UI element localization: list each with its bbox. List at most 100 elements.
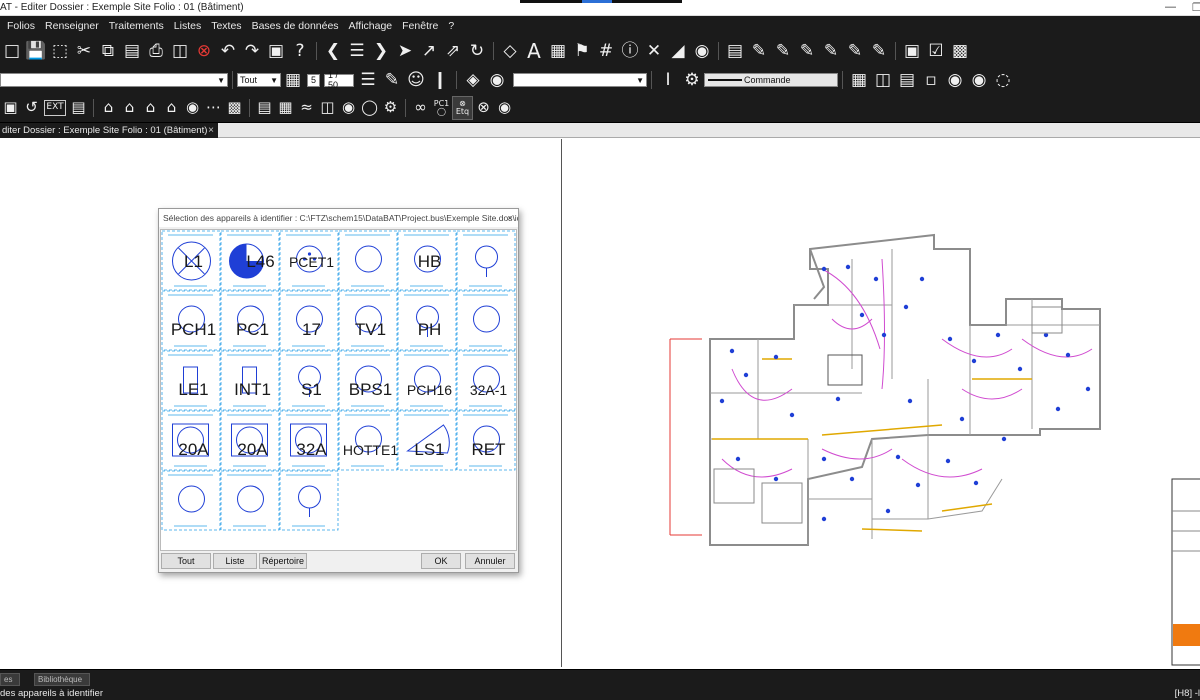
cursor-icon[interactable]: I xyxy=(656,68,680,92)
multi-identify-icon[interactable]: ⊗ xyxy=(473,96,494,120)
symbol-cell[interactable]: 17 xyxy=(279,290,339,351)
save-icon[interactable]: 💾 xyxy=(24,39,48,63)
menu-affichage[interactable]: Affichage xyxy=(344,20,398,32)
symbol-cell[interactable]: L46 xyxy=(220,230,280,291)
wall-icon[interactable]: ▦ xyxy=(847,68,871,92)
symbol-cell[interactable]: 20A xyxy=(220,410,280,471)
symbol-cell[interactable] xyxy=(279,470,339,531)
eye-off-icon[interactable]: ◌ xyxy=(991,68,1015,92)
connect-icon[interactable]: ⋯ xyxy=(203,96,224,120)
status-tab[interactable]: es xyxy=(0,673,20,686)
menu-bases-de-donnees[interactable]: Bases de données xyxy=(247,20,344,32)
identify-hidden-icon[interactable]: ◉ xyxy=(494,96,515,120)
symbol-cell[interactable]: PC1 xyxy=(220,290,280,351)
symbol-cell[interactable]: PCH1 xyxy=(161,290,221,351)
image-icon[interactable]: ▤ xyxy=(68,96,89,120)
rotate-object-icon[interactable]: ↺ xyxy=(21,96,42,120)
columns-icon[interactable]: ❙ xyxy=(428,68,452,92)
edit-text-icon[interactable]: ✎ xyxy=(819,39,843,63)
edit-text-icon[interactable]: ✎ xyxy=(747,39,771,63)
edit-text-icon[interactable]: ✎ xyxy=(843,39,867,63)
etq-button[interactable]: ⊗ Etq xyxy=(452,95,473,120)
ext-button[interactable]: EXT xyxy=(44,99,66,116)
visibility-icon[interactable]: ◉ xyxy=(967,68,991,92)
wire-icon[interactable]: ≈ xyxy=(296,96,317,120)
house-icon[interactable]: ⌂ xyxy=(98,96,119,120)
pc-identify-button[interactable]: PC1 ◯ xyxy=(431,96,452,120)
print-icon[interactable]: ⎙ xyxy=(144,39,168,63)
symbol-cell[interactable]: LS1 xyxy=(397,410,457,471)
pillar-icon[interactable]: ◫ xyxy=(871,68,895,92)
pdf-icon[interactable]: ◫ xyxy=(168,39,192,63)
outlet-icon[interactable]: ◯ xyxy=(359,96,380,120)
menu-renseigner[interactable]: Renseigner xyxy=(40,20,104,32)
arrow-select-icon[interactable]: ↗ xyxy=(417,39,441,63)
info-icon[interactable]: ⓘ xyxy=(618,39,642,63)
menu-textes[interactable]: Textes xyxy=(206,20,246,32)
symbol-cell[interactable] xyxy=(456,290,516,351)
door-icon[interactable]: ▫ xyxy=(919,68,943,92)
plan-view[interactable] xyxy=(562,139,1200,667)
equipment-icon[interactable]: ⚙ xyxy=(380,96,401,120)
house-icon[interactable]: ⌂ xyxy=(161,96,182,120)
pointer-icon[interactable]: ➤ xyxy=(393,39,417,63)
symbol-cell[interactable]: 32A-1 xyxy=(456,350,516,411)
line-type-select[interactable]: Commande xyxy=(704,73,839,87)
menu-fenetre[interactable]: Fenêtre xyxy=(397,20,443,32)
document-tab[interactable]: diter Dossier : Exemple Site Folio : 01 … xyxy=(0,123,218,138)
list-detail-icon[interactable]: ▦ xyxy=(275,96,296,120)
symbol-cell[interactable]: TV1 xyxy=(338,290,398,351)
calendar-icon[interactable]: ▦ xyxy=(546,39,570,63)
undo-icon[interactable]: ↶ xyxy=(216,39,240,63)
style-select[interactable]: ▼ xyxy=(513,73,648,87)
minimize-button[interactable]: — xyxy=(1165,1,1176,13)
next-icon[interactable]: ❯ xyxy=(369,39,393,63)
menu-traitements[interactable]: Traitements xyxy=(104,20,169,32)
help-icon[interactable]: ? xyxy=(288,39,312,63)
layer-select[interactable]: ▼ xyxy=(0,73,228,87)
layers-icon[interactable]: ◈ xyxy=(461,68,485,92)
menu-listes[interactable]: Listes xyxy=(169,20,206,32)
lightbulb-icon[interactable]: ☺ xyxy=(404,68,428,92)
symbol-cell[interactable] xyxy=(161,470,221,531)
lines-icon[interactable]: ☰ xyxy=(356,68,380,92)
symbol-cell[interactable]: 20A xyxy=(161,410,221,471)
symbol-cell[interactable] xyxy=(456,230,516,291)
maximize-button[interactable]: ❐ xyxy=(1192,1,1200,14)
menu-lines-icon[interactable]: ☰ xyxy=(345,39,369,63)
hide-house-icon[interactable]: ◉ xyxy=(182,96,203,120)
symbol-cell[interactable]: PCH16 xyxy=(397,350,457,411)
symbol-icon[interactable]: ◇ xyxy=(498,39,522,63)
cursor-settings-icon[interactable]: ⚙ xyxy=(680,68,704,92)
edit-text-icon[interactable]: ✎ xyxy=(795,39,819,63)
rotate-icon[interactable]: ↻ xyxy=(465,39,489,63)
symbol-cell[interactable]: RET xyxy=(456,410,516,471)
symbol-cell[interactable] xyxy=(220,470,280,531)
symbol-cell[interactable]: LE1 xyxy=(161,350,221,411)
bracket-icon[interactable]: ▩ xyxy=(224,96,245,120)
layers-settings-icon[interactable]: ◉ xyxy=(485,68,509,92)
frame-check-icon[interactable]: ☑ xyxy=(924,39,948,63)
close-tab-icon[interactable]: × xyxy=(208,125,214,136)
house-icon[interactable]: ⌂ xyxy=(140,96,161,120)
new-file-icon[interactable]: □ xyxy=(0,39,24,63)
symbol-cell[interactable]: 32A xyxy=(279,410,339,471)
grid-number-field[interactable]: 5 xyxy=(307,73,321,87)
directory-button[interactable]: Répertoire xyxy=(259,553,307,569)
previous-icon[interactable]: ❮ xyxy=(321,39,345,63)
scale-field[interactable]: 1 / 50 xyxy=(324,70,355,90)
cut-icon[interactable]: ✂ xyxy=(72,39,96,63)
list-button[interactable]: Liste xyxy=(213,553,257,569)
symbol-cell[interactable]: S1 xyxy=(279,350,339,411)
ok-button[interactable]: OK xyxy=(421,553,461,569)
delete-icon[interactable]: ⊗ xyxy=(192,39,216,63)
stop-icon[interactable]: ▣ xyxy=(264,39,288,63)
menu-help[interactable]: ? xyxy=(443,20,459,32)
hide-layer-icon[interactable]: ◉ xyxy=(943,68,967,92)
page-icon[interactable]: ▤ xyxy=(723,39,747,63)
house-icon[interactable]: ⌂ xyxy=(119,96,140,120)
socket-icon[interactable]: ◉ xyxy=(338,96,359,120)
grid-icon[interactable]: # xyxy=(594,39,618,63)
hide-icon[interactable]: ◉ xyxy=(690,39,714,63)
grid-table-icon[interactable]: ▦ xyxy=(281,68,305,92)
